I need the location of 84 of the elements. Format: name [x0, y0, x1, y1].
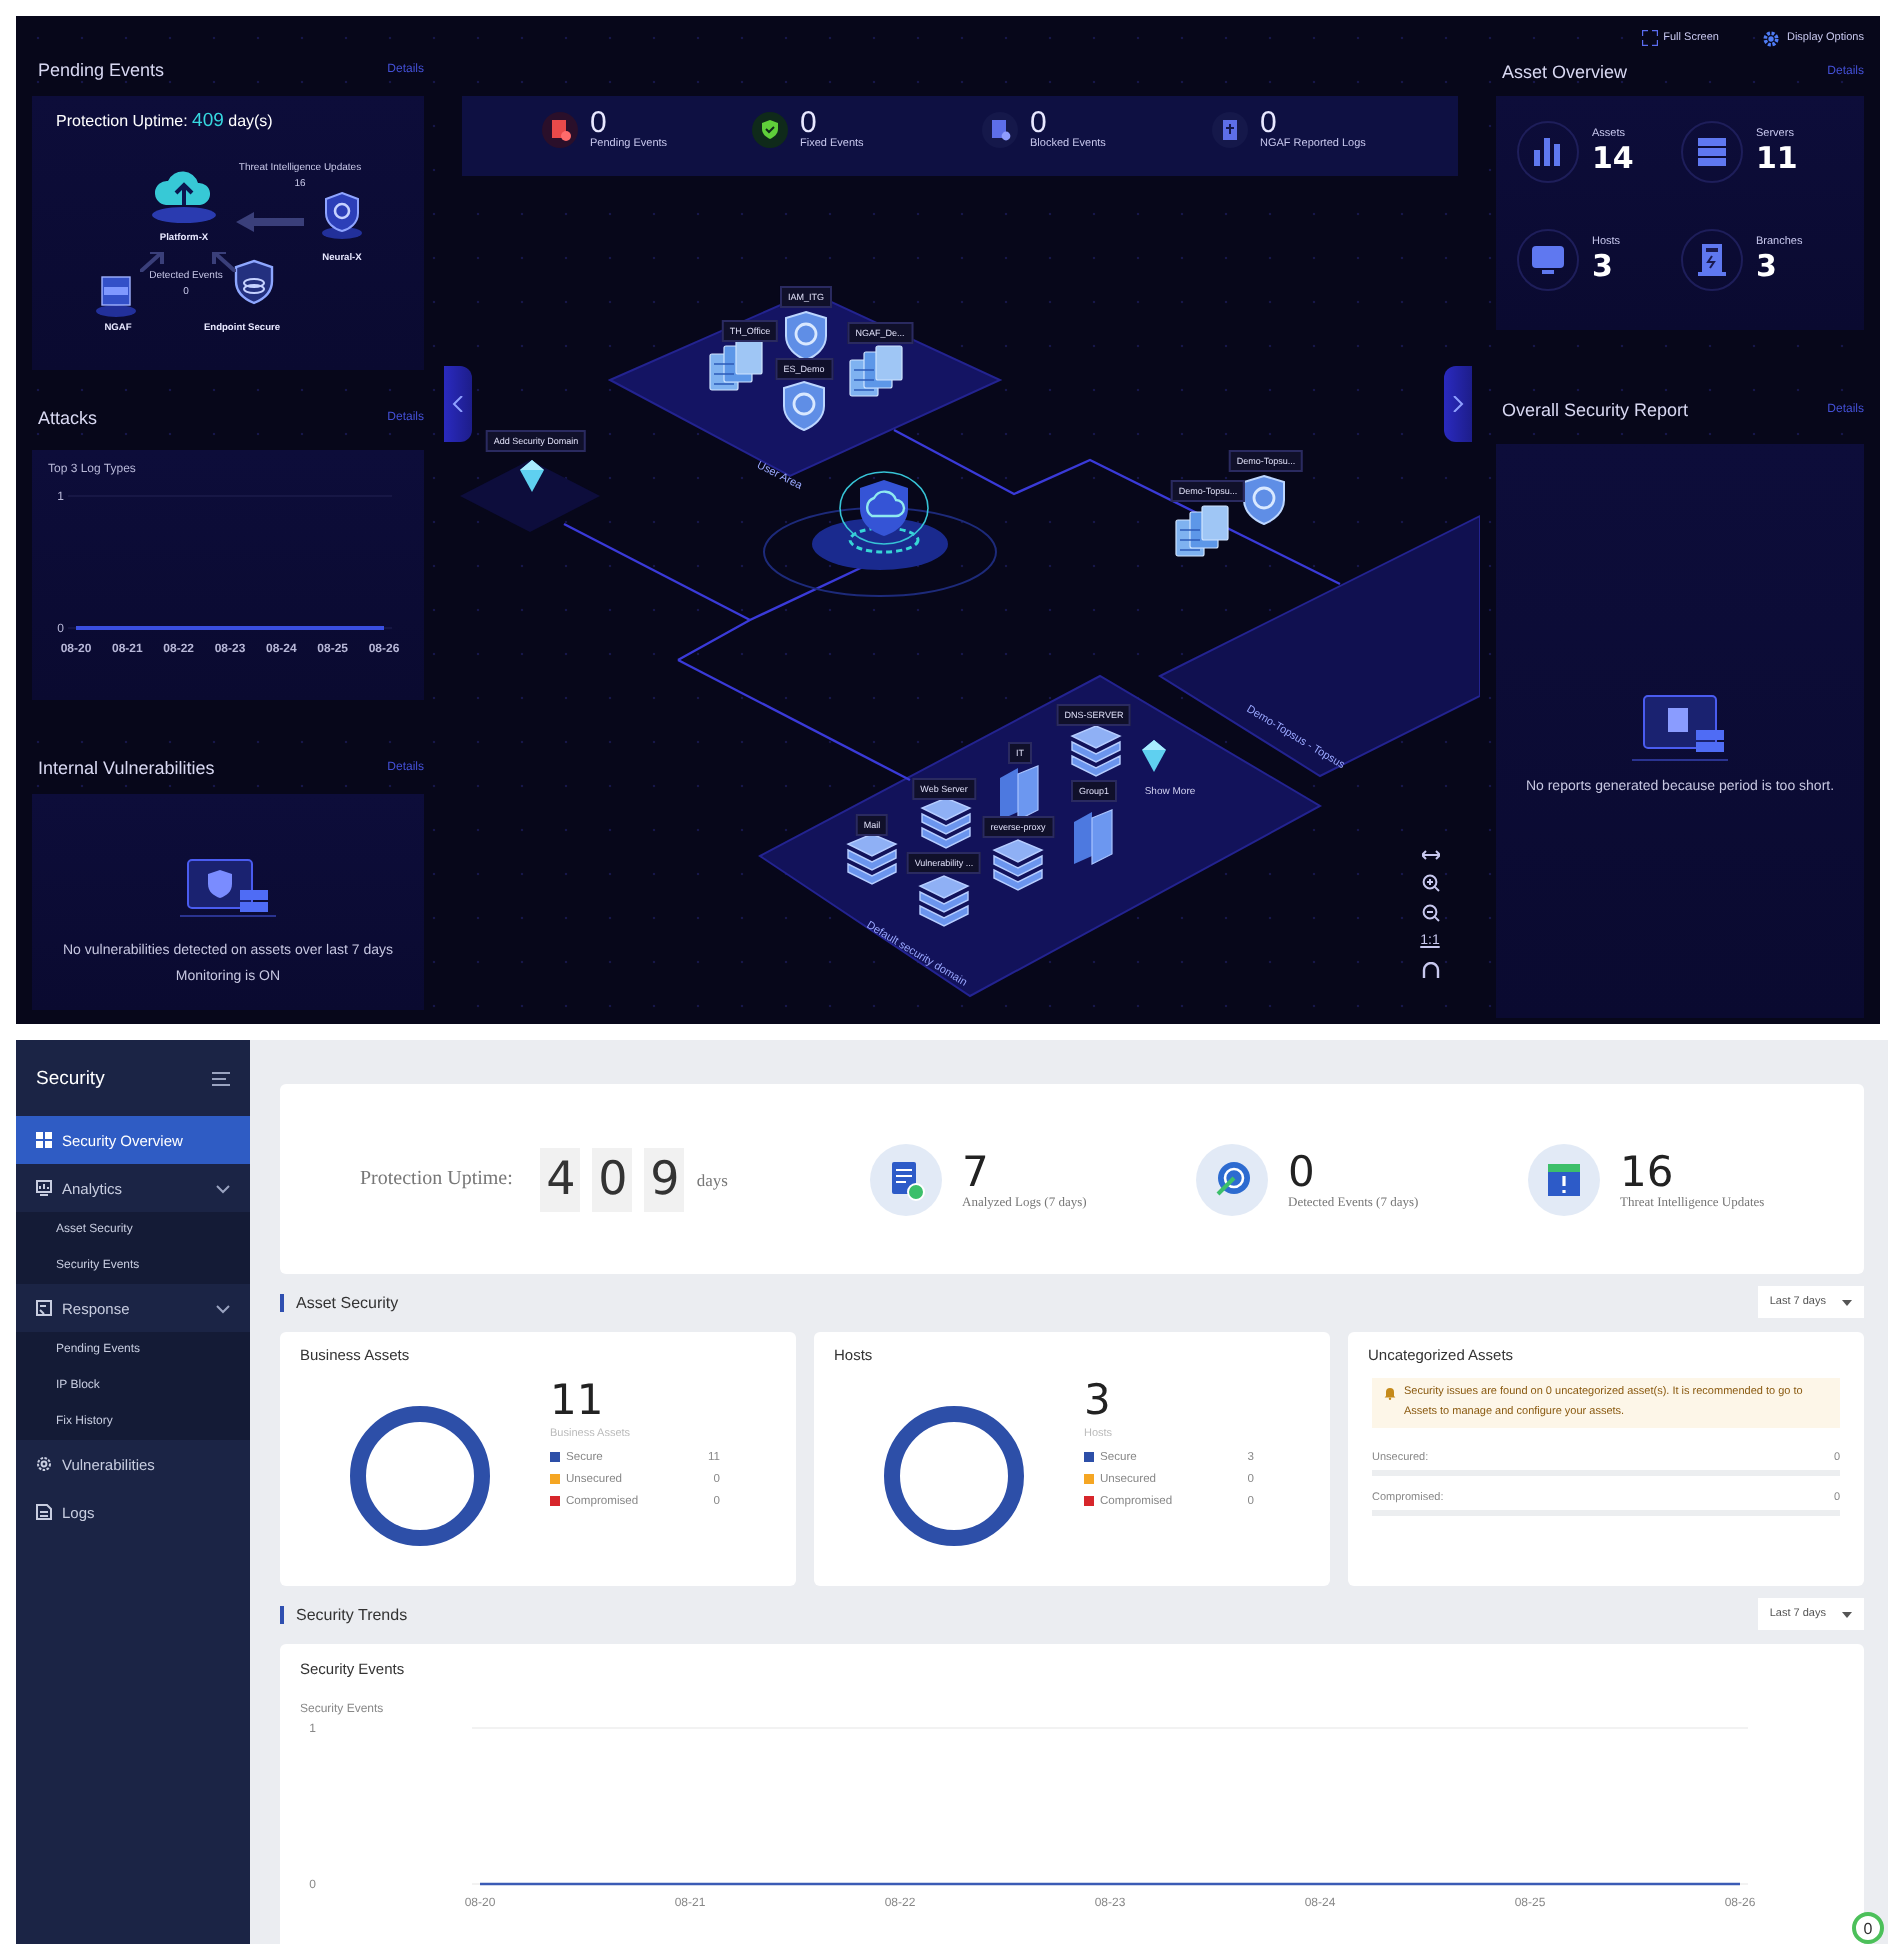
section-title: Asset Security	[280, 1293, 399, 1311]
chevron-icon	[216, 1303, 230, 1313]
chevron-right-icon	[1452, 396, 1464, 412]
stat-value: 0	[1030, 110, 1047, 138]
document-icon	[36, 1300, 52, 1316]
shield-icon	[232, 259, 276, 307]
log-clock-icon	[870, 1143, 942, 1215]
zoom-out-icon[interactable]	[1421, 904, 1439, 922]
platform	[460, 460, 600, 532]
collapse-left-button[interactable]	[444, 366, 472, 442]
cabinet-icon	[1680, 228, 1744, 292]
shield-icon	[782, 380, 826, 432]
bar-chart-icon	[1516, 120, 1580, 184]
crystal-icon	[520, 460, 544, 492]
database-stack-icon	[916, 874, 972, 930]
stat-value: 16	[1620, 1148, 1676, 1196]
bell-icon	[1384, 1386, 1396, 1400]
uptime-digit: 0	[592, 1147, 633, 1211]
chevron-icon	[216, 1183, 230, 1193]
crystal-icon	[1142, 740, 1166, 772]
panel-title: Overall Security Report	[1502, 400, 1689, 420]
caret-icon	[1842, 1611, 1852, 1617]
total-count: 11	[550, 1376, 606, 1424]
documents-icon	[996, 762, 1044, 822]
flow-arrow-icon	[140, 252, 164, 272]
stat-value: 7	[962, 1148, 991, 1196]
clipboard-icon	[1212, 112, 1248, 148]
section-title: Security Trends	[280, 1605, 408, 1623]
shield-icon	[784, 310, 828, 362]
reset-icon[interactable]	[1421, 962, 1439, 978]
server-rack-icon	[1680, 120, 1744, 184]
cloud-upload-icon	[150, 165, 218, 225]
radar-icon	[1196, 1143, 1268, 1215]
panel-title: Internal Vulnerabilities	[38, 758, 215, 778]
uptime-text: Protection Uptime: 409 day(s)	[56, 110, 273, 132]
appliance-icon	[96, 273, 136, 317]
calendar-alert-icon	[1528, 1143, 1600, 1215]
panel-title: Attacks	[38, 408, 98, 428]
flow-arrow-icon	[212, 252, 236, 272]
asset-count: 3	[1592, 248, 1615, 284]
report-monitor-icon	[1628, 694, 1732, 762]
uptime-label: Protection Uptime:	[360, 1168, 513, 1190]
document-icon	[36, 1504, 52, 1520]
stat-value: 0	[590, 110, 607, 138]
chevron-left-icon	[452, 396, 464, 412]
fullscreen-icon[interactable]	[1641, 30, 1658, 46]
panel-title: Asset Overview	[1502, 62, 1628, 82]
panel-title: Pending Events	[38, 60, 165, 80]
total-count: 3	[1084, 1376, 1113, 1424]
asset-count: 3	[1756, 248, 1779, 284]
database-stack-icon	[844, 832, 900, 888]
stat-value: 0	[1288, 1148, 1317, 1196]
shield-check-icon	[752, 112, 788, 148]
horizontal-arrows-icon[interactable]	[1421, 848, 1439, 862]
uptime-digit: 9	[644, 1147, 685, 1211]
asset-count: 11	[1756, 140, 1798, 176]
flow-arrow-icon	[236, 212, 304, 232]
database-stack-icon	[918, 796, 974, 852]
caret-icon	[1842, 1299, 1852, 1305]
server-icon	[706, 336, 766, 396]
shield-monitor-icon	[180, 858, 276, 918]
app-title: Security	[36, 1067, 105, 1089]
document-icon	[982, 112, 1018, 148]
documents-icon	[1070, 806, 1118, 866]
monitor-icon	[1516, 228, 1580, 292]
menu-icon[interactable]	[212, 1071, 230, 1085]
shield-icon	[1242, 474, 1286, 526]
collapse-right-button[interactable]	[1444, 366, 1472, 442]
database-stack-icon	[1068, 724, 1124, 780]
shield-icon	[320, 189, 364, 241]
stat-value: 0	[1260, 110, 1277, 138]
alert-document-icon	[542, 112, 578, 148]
stat-value: 0	[800, 110, 817, 138]
gear-icon	[36, 1456, 52, 1472]
monitor-chart-icon	[36, 1180, 52, 1196]
gear-icon[interactable]	[1762, 29, 1781, 47]
uptime-unit: days	[696, 1169, 728, 1189]
zoom-in-icon[interactable]	[1421, 874, 1439, 892]
server-icon	[1172, 502, 1232, 562]
database-stack-icon	[990, 838, 1046, 894]
uptime-digit: 4	[540, 1147, 581, 1211]
asset-count: 14	[1592, 140, 1634, 176]
server-icon	[846, 342, 906, 402]
grid-icon	[36, 1132, 52, 1148]
